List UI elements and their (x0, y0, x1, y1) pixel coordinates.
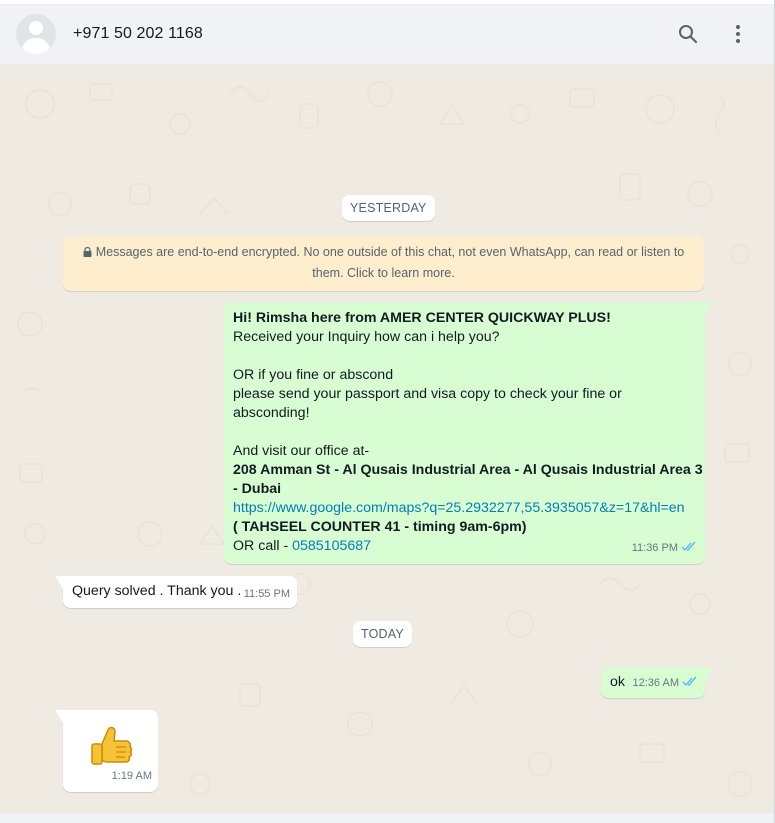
phone-link[interactable]: 0585105687 (292, 538, 371, 554)
message-meta: 11:36 PM (632, 539, 697, 558)
message-time: 11:36 PM (631, 542, 678, 554)
whatsapp-chat-window: +971 50 202 1168 YESTERDAY Messages are … (0, 0, 775, 823)
bubble-tail (55, 576, 63, 589)
thumbs-up-emoji-icon (91, 726, 133, 765)
contact-avatar[interactable] (16, 14, 56, 54)
call-prefix: OR call - (233, 538, 293, 554)
avatar-body-shape (22, 38, 50, 54)
bubble-tail (705, 302, 713, 315)
address-line: 208 Amman St - Al Qusais Industrial Area… (233, 462, 703, 478)
avatar-head-shape (29, 21, 43, 35)
message-text: ok (610, 674, 625, 690)
message-bubble-outgoing[interactable]: Hi! Rimsha here from AMER CENTER QUICKWA… (224, 302, 713, 564)
search-icon[interactable] (676, 22, 700, 46)
contact-name[interactable]: +971 50 202 1168 (73, 25, 203, 43)
lock-icon (83, 247, 92, 257)
message-bubble-incoming[interactable]: Query solved . Thank you . 11:55 PM (55, 576, 297, 608)
encryption-notice-line1: Messages are end-to-end encrypted. No on… (95, 245, 685, 259)
chat-pane[interactable]: YESTERDAY Messages are end-to-end encryp… (0, 64, 774, 813)
kebab-menu-icon[interactable] (726, 22, 750, 46)
message-meta: 12:36 AM (633, 674, 698, 693)
encryption-notice[interactable]: Messages are end-to-end encrypted. No on… (63, 237, 704, 291)
bubble-tail (55, 710, 63, 723)
message-text: Hi! Rimsha here from AMER CENTER QUICKWA… (233, 309, 703, 556)
date-chip-today: TODAY (353, 621, 412, 647)
counter-info-line: ( TAHSEEL COUNTER 41 - timing 9am-6pm) (233, 519, 527, 535)
message-line: OR if you fine or abscond (233, 367, 394, 383)
message-time: 11:55 PM (243, 588, 290, 600)
bubble-tail (705, 668, 713, 681)
message-line: And visit our office at- (233, 443, 370, 459)
encryption-notice-line2: them. Click to learn more. (312, 266, 455, 280)
message-time: 12:36 AM (632, 677, 679, 689)
message-line: please send your passport and visa copy … (233, 386, 622, 402)
message-time: 1:19 AM (111, 770, 152, 782)
chat-header: +971 50 202 1168 (0, 4, 774, 64)
message-bubble-outgoing[interactable]: ok 12:36 AM (601, 668, 713, 698)
message-line: absconding! (233, 405, 310, 421)
address-line: - Dubai (233, 481, 282, 497)
date-chip-yesterday: YESTERDAY (342, 195, 435, 221)
double-check-read-icon (682, 676, 697, 687)
message-composer-edge (0, 813, 774, 823)
message-bubble-incoming[interactable]: 1:19 AM (55, 710, 158, 792)
message-line: Hi! Rimsha here from AMER CENTER QUICKWA… (233, 310, 611, 326)
maps-link[interactable]: https://www.google.com/maps?q=25.2932277… (233, 499, 703, 518)
double-check-read-icon (681, 541, 696, 552)
message-text: Query solved . Thank you . (72, 583, 242, 599)
message-line: Received your Inquiry how can i help you… (233, 329, 500, 345)
